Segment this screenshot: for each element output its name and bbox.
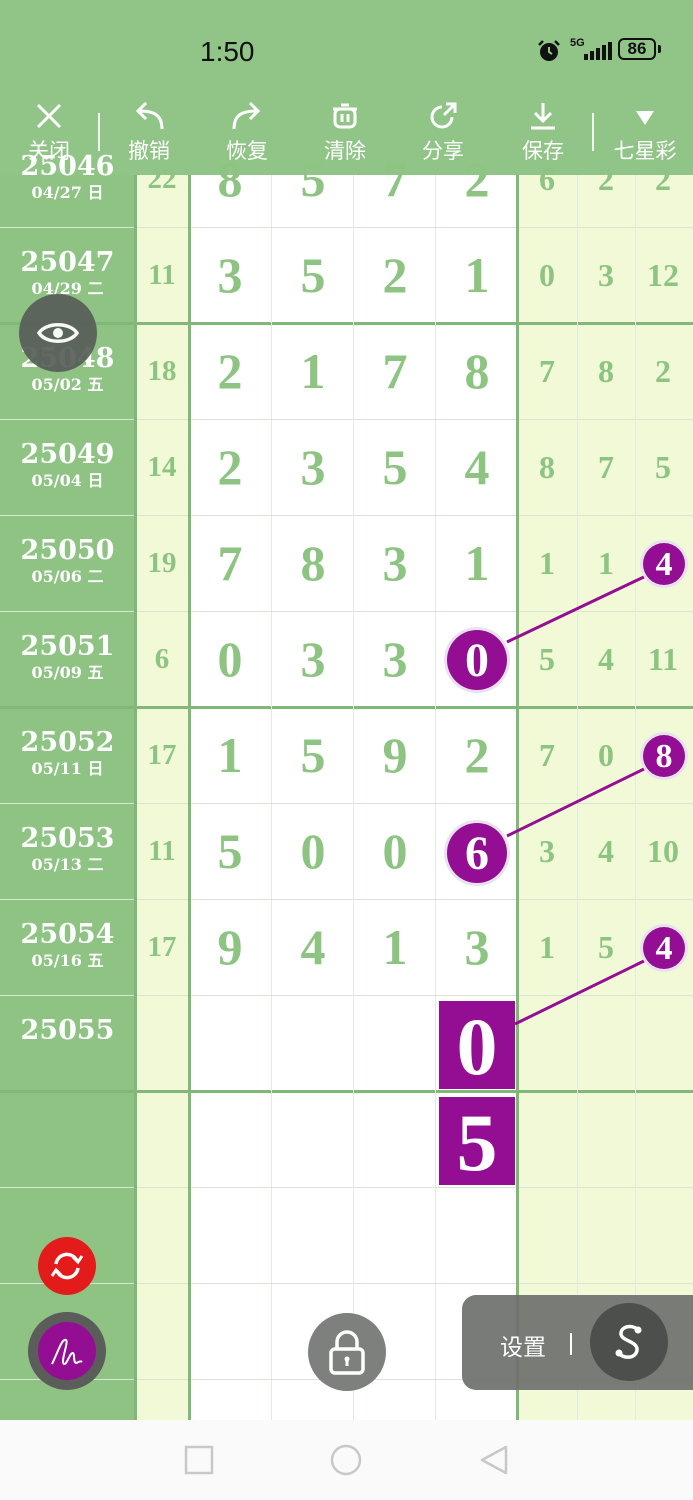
highlight-circle: 6 <box>447 823 507 883</box>
home-icon[interactable] <box>330 1444 362 1476</box>
trend-lines <box>506 573 649 1026</box>
trend-line <box>506 765 649 838</box>
draw-button[interactable] <box>28 1312 106 1390</box>
settings-separator <box>570 1333 572 1355</box>
prediction-square: 0 <box>439 1001 515 1092</box>
eye-icon <box>36 323 80 343</box>
lock-button[interactable] <box>308 1313 386 1391</box>
recents-icon[interactable] <box>184 1445 214 1475</box>
highlight-circle: 8 <box>643 735 685 777</box>
prediction-square: 5 <box>439 1097 515 1188</box>
system-nav-bar <box>0 1420 693 1500</box>
highlight-circle: 4 <box>643 927 685 969</box>
highlight-circle: 4 <box>643 543 685 585</box>
trend-line <box>514 957 649 1026</box>
highlight-circle: 0 <box>447 630 507 690</box>
s-logo-icon <box>615 1324 642 1359</box>
refresh-icon <box>50 1252 84 1280</box>
refresh-button[interactable] <box>38 1237 96 1295</box>
draw-button-inner <box>38 1322 96 1380</box>
back-icon[interactable] <box>478 1444 510 1476</box>
s-menu-button[interactable] <box>590 1303 668 1381</box>
visibility-toggle-button[interactable] <box>19 294 97 372</box>
pen-scribble-icon <box>51 1338 83 1365</box>
settings-button[interactable]: 设置 <box>500 1328 546 1362</box>
lock-icon <box>329 1330 365 1375</box>
trend-line <box>506 573 649 644</box>
